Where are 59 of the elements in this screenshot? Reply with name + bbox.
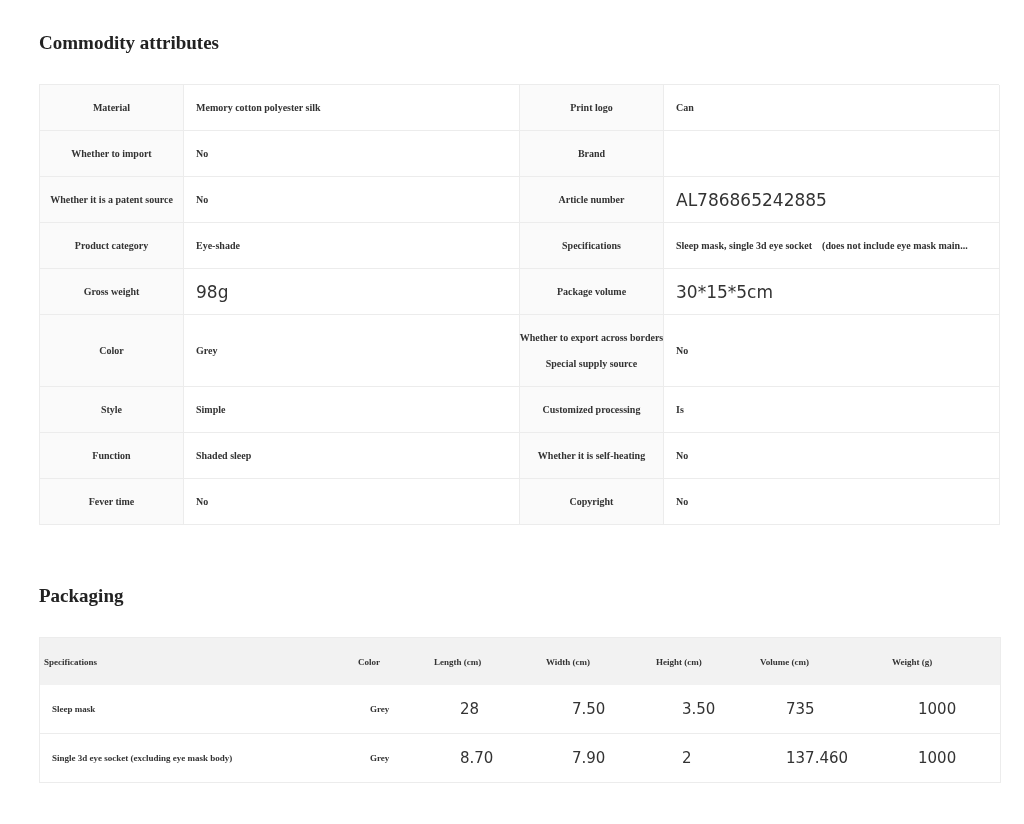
table-cell-text: 3.50: [681, 699, 717, 720]
attribute-label: Whether it is self-heating: [537, 450, 646, 461]
attribute-label: Material: [92, 102, 131, 113]
attribute-value: Simple: [196, 404, 226, 415]
attribute-value: Sleep mask, single 3d eye socket (does not include eye mask main...: [676, 240, 968, 251]
table-cell: 7.90: [546, 733, 656, 782]
table-cell-text: 1000: [917, 699, 958, 720]
column-header: Weight (g): [892, 638, 1000, 685]
attribute-label: Product category: [74, 240, 149, 251]
attribute-value: No: [196, 496, 209, 507]
attribute-label: Fever time: [88, 496, 135, 507]
attribute-value: No: [676, 450, 689, 461]
table-cell: 1000: [892, 733, 1000, 782]
attribute-label: Copyright: [569, 496, 614, 507]
attribute-label: Whether it is a patent source: [50, 194, 173, 205]
column-header: Height (cm): [656, 638, 760, 685]
table-cell-text: 28: [459, 699, 481, 720]
section-title: Commodity attributes: [39, 31, 220, 54]
attribute-value: No: [196, 194, 209, 205]
attribute-label: Customized processing: [542, 404, 641, 415]
table-cell-text: Grey: [369, 703, 391, 716]
attribute-label: Function: [92, 450, 131, 461]
attribute-value: Eye-shade: [196, 240, 240, 251]
attribute-label: Whether to import: [71, 148, 152, 159]
column-header: Color: [358, 638, 434, 685]
column-header: Volume (cm): [760, 638, 892, 685]
attribute-value: No: [676, 496, 689, 507]
attribute-label: Style: [100, 404, 123, 415]
attribute-value: AL786865242885: [676, 189, 827, 210]
attribute-value: Can: [676, 102, 694, 113]
attribute-label: Package volume: [556, 286, 627, 297]
table-cell: Single 3d eye socket (excluding eye mask body): [40, 733, 358, 782]
attribute-label: Color: [99, 345, 124, 356]
attribute-value: Grey: [196, 345, 218, 356]
attribute-label: Whether to export across borders: [519, 332, 664, 343]
section-title: Packaging: [39, 584, 125, 607]
table-cell-text: 735: [785, 699, 816, 720]
table-cell-text: Sleep mask: [51, 703, 97, 716]
attribute-label: Gross weight: [83, 286, 140, 297]
attribute-value: 30*15*5cm: [676, 281, 773, 302]
attribute-value: No: [676, 345, 689, 356]
column-header: Length (cm): [434, 638, 546, 685]
attribute-label: Brand: [577, 148, 606, 159]
column-header: Specifications: [40, 638, 358, 685]
attribute-label: Print logo: [570, 102, 613, 113]
table-cell-text: 7.50: [571, 699, 607, 720]
attribute-label: Article number: [558, 194, 625, 205]
attribute-value: Is: [676, 404, 684, 415]
attribute-label: Specifications: [562, 240, 621, 251]
attribute-label: Special supply source: [545, 358, 638, 369]
table-cell: Grey: [358, 733, 434, 782]
attribute-value: Memory cotton polyester silk: [196, 102, 321, 113]
table-cell: 8.70: [434, 733, 546, 782]
table-cell: 137.460: [760, 733, 892, 782]
attribute-value: Shaded sleep: [196, 450, 252, 461]
table-cell: 2: [656, 733, 760, 782]
attribute-value: 98g: [196, 281, 229, 302]
attribute-value: No: [196, 148, 209, 159]
column-header: Width (cm): [546, 638, 656, 685]
